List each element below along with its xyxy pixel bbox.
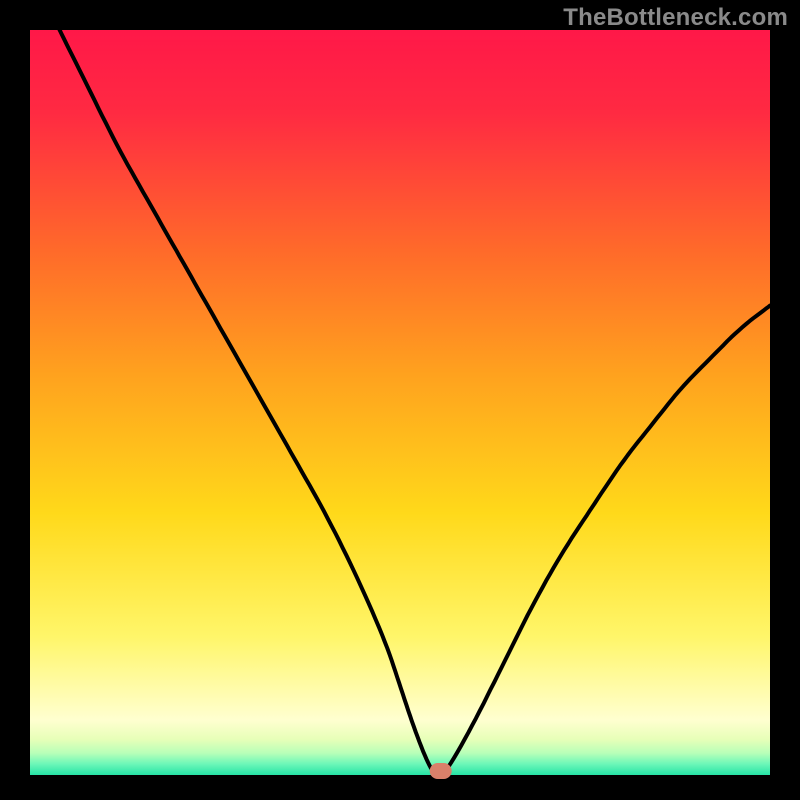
chart-container: TheBottleneck.com bbox=[0, 0, 800, 800]
watermark-text: TheBottleneck.com bbox=[563, 4, 788, 32]
optimal-point-marker bbox=[430, 763, 452, 779]
gradient-bottom-band bbox=[30, 720, 770, 775]
plot-area bbox=[30, 30, 770, 779]
gradient-body bbox=[30, 30, 770, 720]
bottleneck-chart bbox=[0, 0, 800, 800]
